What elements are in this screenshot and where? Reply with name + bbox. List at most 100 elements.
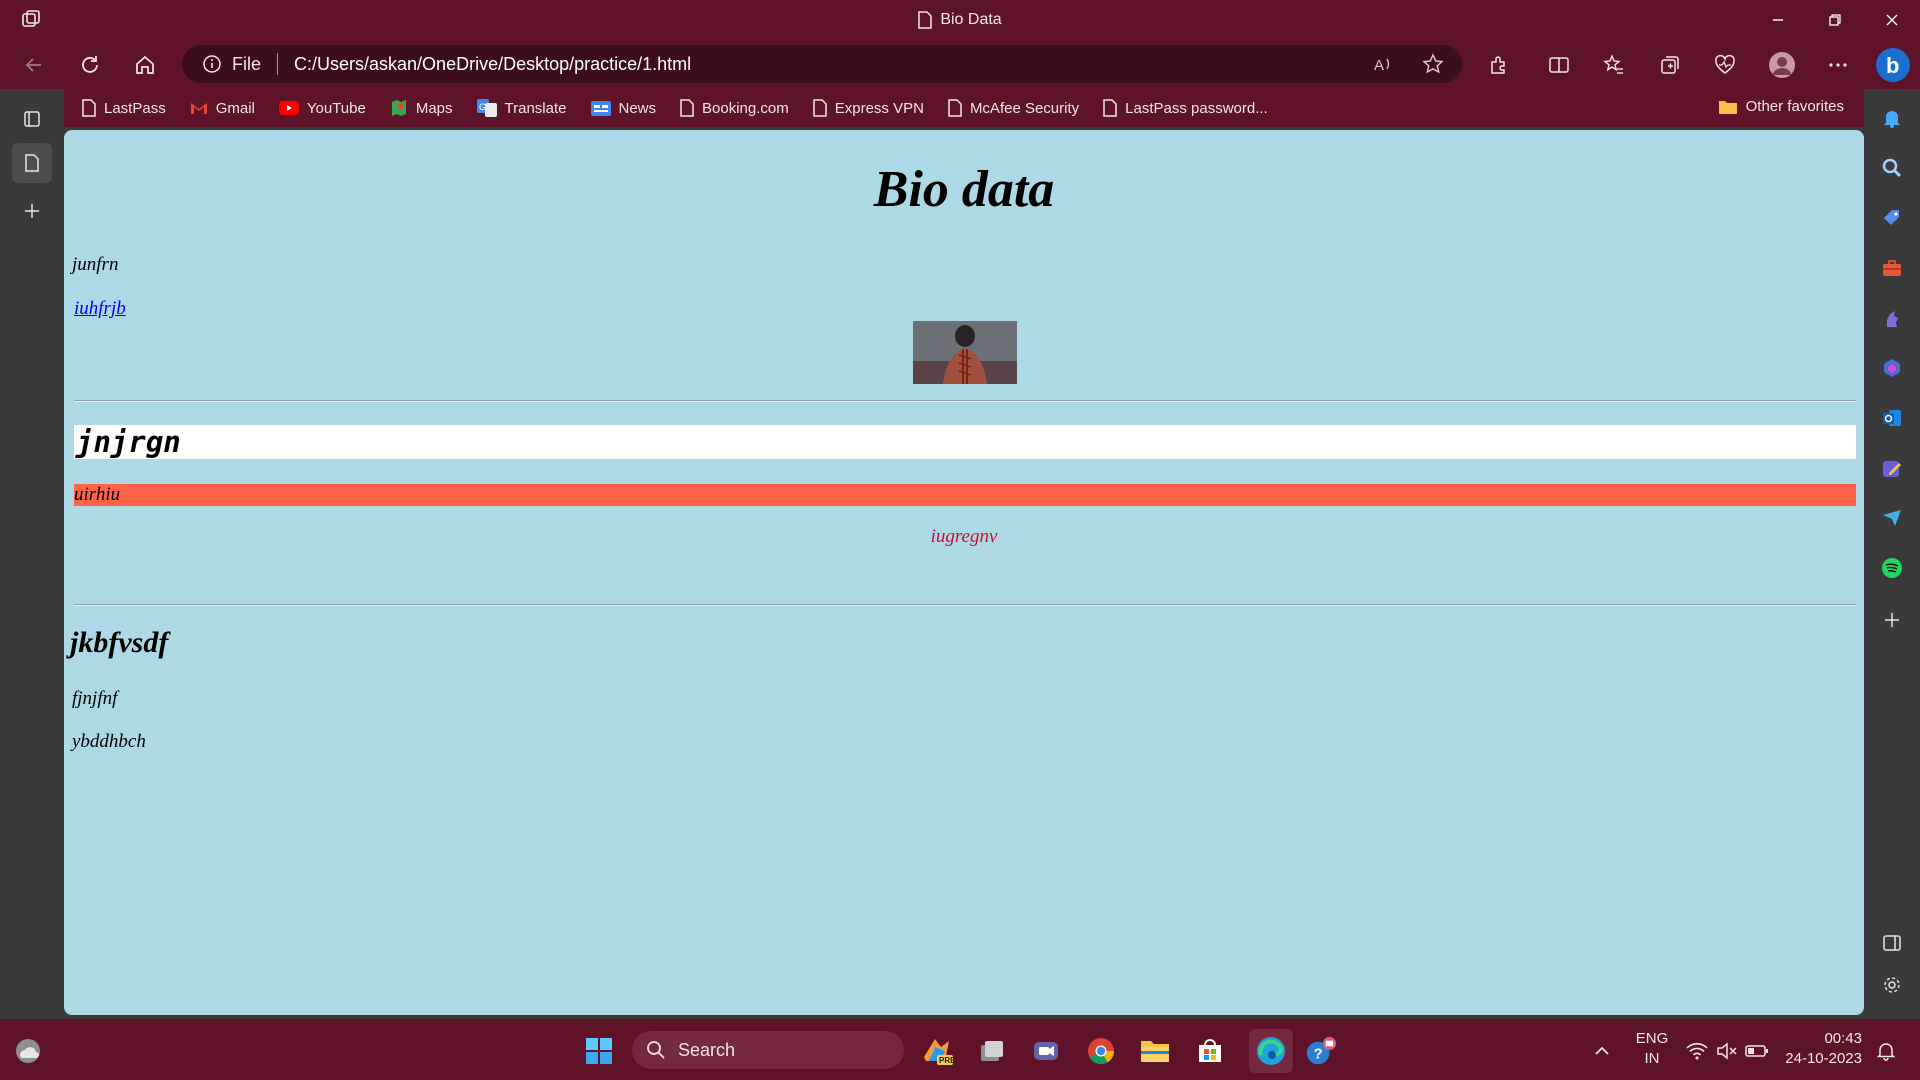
teams-meet-icon[interactable] bbox=[1030, 1035, 1062, 1067]
language-indicator[interactable]: ENG IN bbox=[1630, 1029, 1674, 1069]
svg-text:PRE: PRE bbox=[939, 1056, 953, 1065]
hide-sidebar-icon[interactable] bbox=[1878, 929, 1906, 957]
window-title-text: Bio Data bbox=[940, 10, 1002, 28]
subheading: jkbfvsdf bbox=[70, 626, 169, 659]
volume-muted-icon[interactable] bbox=[1711, 1035, 1743, 1067]
split-screen-icon[interactable] bbox=[1545, 51, 1573, 79]
favorites-icon[interactable] bbox=[1600, 51, 1628, 79]
info-icon[interactable] bbox=[202, 54, 222, 74]
page-icon bbox=[82, 99, 96, 117]
extensions-icon[interactable] bbox=[1485, 51, 1513, 79]
favorite-item[interactable]: YouTube bbox=[278, 100, 366, 117]
page-icon bbox=[812, 99, 827, 117]
tab-actions-icon[interactable] bbox=[20, 9, 42, 36]
taskbar-search-label: Search bbox=[678, 1039, 736, 1060]
favorite-label: LastPass password... bbox=[1125, 99, 1268, 117]
notification-bell-icon[interactable] bbox=[1870, 1035, 1902, 1067]
file-explorer-icon[interactable] bbox=[1139, 1035, 1171, 1067]
favorite-label: Express VPN bbox=[834, 99, 924, 117]
chrome-icon[interactable] bbox=[1085, 1035, 1117, 1067]
folder-icon bbox=[1718, 100, 1737, 114]
read-aloud-icon[interactable]: A bbox=[1372, 53, 1394, 80]
region-code: IN bbox=[1644, 1050, 1660, 1067]
back-button[interactable] bbox=[20, 51, 48, 79]
games-icon[interactable] bbox=[1878, 304, 1906, 332]
edge-taskbar-icon[interactable] bbox=[1249, 1029, 1293, 1073]
title-bar: Bio Data bbox=[0, 0, 1920, 39]
drop-icon[interactable] bbox=[1878, 504, 1906, 532]
page-heading: Bio data bbox=[873, 161, 1055, 218]
weather-icon[interactable] bbox=[12, 1035, 44, 1067]
favorite-item[interactable]: LastPass bbox=[82, 99, 166, 117]
search-icon[interactable] bbox=[1878, 154, 1906, 182]
restore-button[interactable] bbox=[1806, 0, 1863, 39]
add-sidebar-app-icon[interactable] bbox=[1878, 606, 1906, 634]
battery-icon[interactable] bbox=[1741, 1035, 1773, 1067]
paragraph-3: ybddhbch bbox=[72, 731, 146, 752]
favorite-label: Translate bbox=[504, 99, 567, 117]
orange-bar-text: uirhiu bbox=[74, 484, 1856, 506]
tools-icon[interactable] bbox=[1878, 254, 1906, 282]
page-icon bbox=[918, 10, 933, 29]
copilot-icon[interactable]: b bbox=[1875, 47, 1911, 83]
refresh-button[interactable] bbox=[76, 51, 104, 79]
language-code: ENG bbox=[1635, 1030, 1669, 1047]
home-button[interactable] bbox=[131, 51, 159, 79]
wifi-icon[interactable] bbox=[1681, 1035, 1713, 1067]
other-favorites[interactable]: Other favorites bbox=[1718, 98, 1844, 115]
favorite-label: McAfee Security bbox=[969, 99, 1080, 117]
scheme-label: File bbox=[232, 53, 262, 74]
microsoft-store-icon[interactable] bbox=[1194, 1035, 1226, 1067]
task-view-icon[interactable] bbox=[975, 1035, 1007, 1067]
active-tab[interactable] bbox=[12, 143, 52, 183]
svg-text:b: b bbox=[1886, 53, 1899, 78]
designer-icon[interactable] bbox=[1878, 454, 1906, 482]
outlook-icon[interactable] bbox=[1878, 404, 1906, 432]
page-icon bbox=[680, 99, 694, 117]
web-page: Bio data junfrn iuhfrjb jnjrgn uirhiu iu… bbox=[64, 130, 1864, 1015]
horizontal-rule bbox=[74, 604, 1856, 606]
settings-gear-icon[interactable] bbox=[1878, 971, 1906, 999]
page-icon bbox=[948, 99, 962, 117]
notifications-icon[interactable] bbox=[1878, 104, 1906, 132]
taskbar: Search PRE ? ENG IN 00:43 24-10-2023 bbox=[0, 1019, 1920, 1080]
shopping-icon[interactable] bbox=[1878, 204, 1906, 232]
collections-icon[interactable] bbox=[1656, 51, 1684, 79]
taskbar-search[interactable]: Search bbox=[632, 1031, 904, 1069]
favorite-item[interactable]: McAfee Security bbox=[948, 99, 1079, 117]
favorite-label: LastPass bbox=[104, 99, 166, 117]
navigation-bar: File C:/Users/askan/OneDrive/Desktop/pra… bbox=[0, 39, 1920, 89]
vertical-tabs-pane bbox=[0, 89, 64, 1019]
favorite-item[interactable]: Booking.com bbox=[680, 99, 789, 117]
svg-text:?: ? bbox=[1313, 1046, 1322, 1063]
favorite-item[interactable]: Maps bbox=[390, 99, 453, 117]
clock-time: 00:43 bbox=[1824, 1030, 1862, 1047]
url-text[interactable]: C:/Users/askan/OneDrive/Desktop/practice… bbox=[294, 54, 691, 75]
search-icon bbox=[647, 1041, 665, 1059]
start-button[interactable] bbox=[583, 1035, 615, 1067]
spotify-icon[interactable] bbox=[1878, 554, 1906, 582]
microsoft-365-icon[interactable] bbox=[1878, 354, 1906, 382]
favorite-item[interactable]: G Translate bbox=[476, 99, 567, 117]
help-mail-icon[interactable]: ? bbox=[1305, 1035, 1337, 1067]
favorite-item[interactable]: Gmail bbox=[190, 100, 255, 117]
favorite-item[interactable]: LastPass password... bbox=[1103, 99, 1268, 117]
tab-actions-menu-icon[interactable] bbox=[12, 99, 52, 139]
favorite-star-icon[interactable] bbox=[1422, 53, 1444, 80]
page-link[interactable]: iuhfrjb bbox=[74, 298, 126, 320]
favorite-label: News bbox=[618, 99, 657, 117]
browser-essentials-icon[interactable] bbox=[1711, 51, 1739, 79]
close-button[interactable] bbox=[1863, 0, 1920, 39]
favorite-item[interactable]: Express VPN bbox=[812, 99, 924, 117]
minimize-button[interactable] bbox=[1749, 0, 1806, 39]
show-hidden-icons-chevron[interactable] bbox=[1586, 1035, 1618, 1067]
red-centered-text: iugregnv bbox=[930, 526, 998, 547]
more-menu-icon[interactable] bbox=[1824, 51, 1852, 79]
clock[interactable]: 00:43 24-10-2023 bbox=[1782, 1029, 1862, 1069]
address-bar[interactable]: File C:/Users/askan/OneDrive/Desktop/pra… bbox=[182, 45, 1462, 83]
profile-avatar[interactable] bbox=[1768, 51, 1796, 79]
new-tab-icon[interactable] bbox=[12, 191, 52, 231]
page-icon bbox=[1103, 99, 1117, 117]
favorite-item[interactable]: News bbox=[590, 99, 657, 117]
widgets-pre-icon[interactable]: PRE bbox=[921, 1035, 953, 1067]
